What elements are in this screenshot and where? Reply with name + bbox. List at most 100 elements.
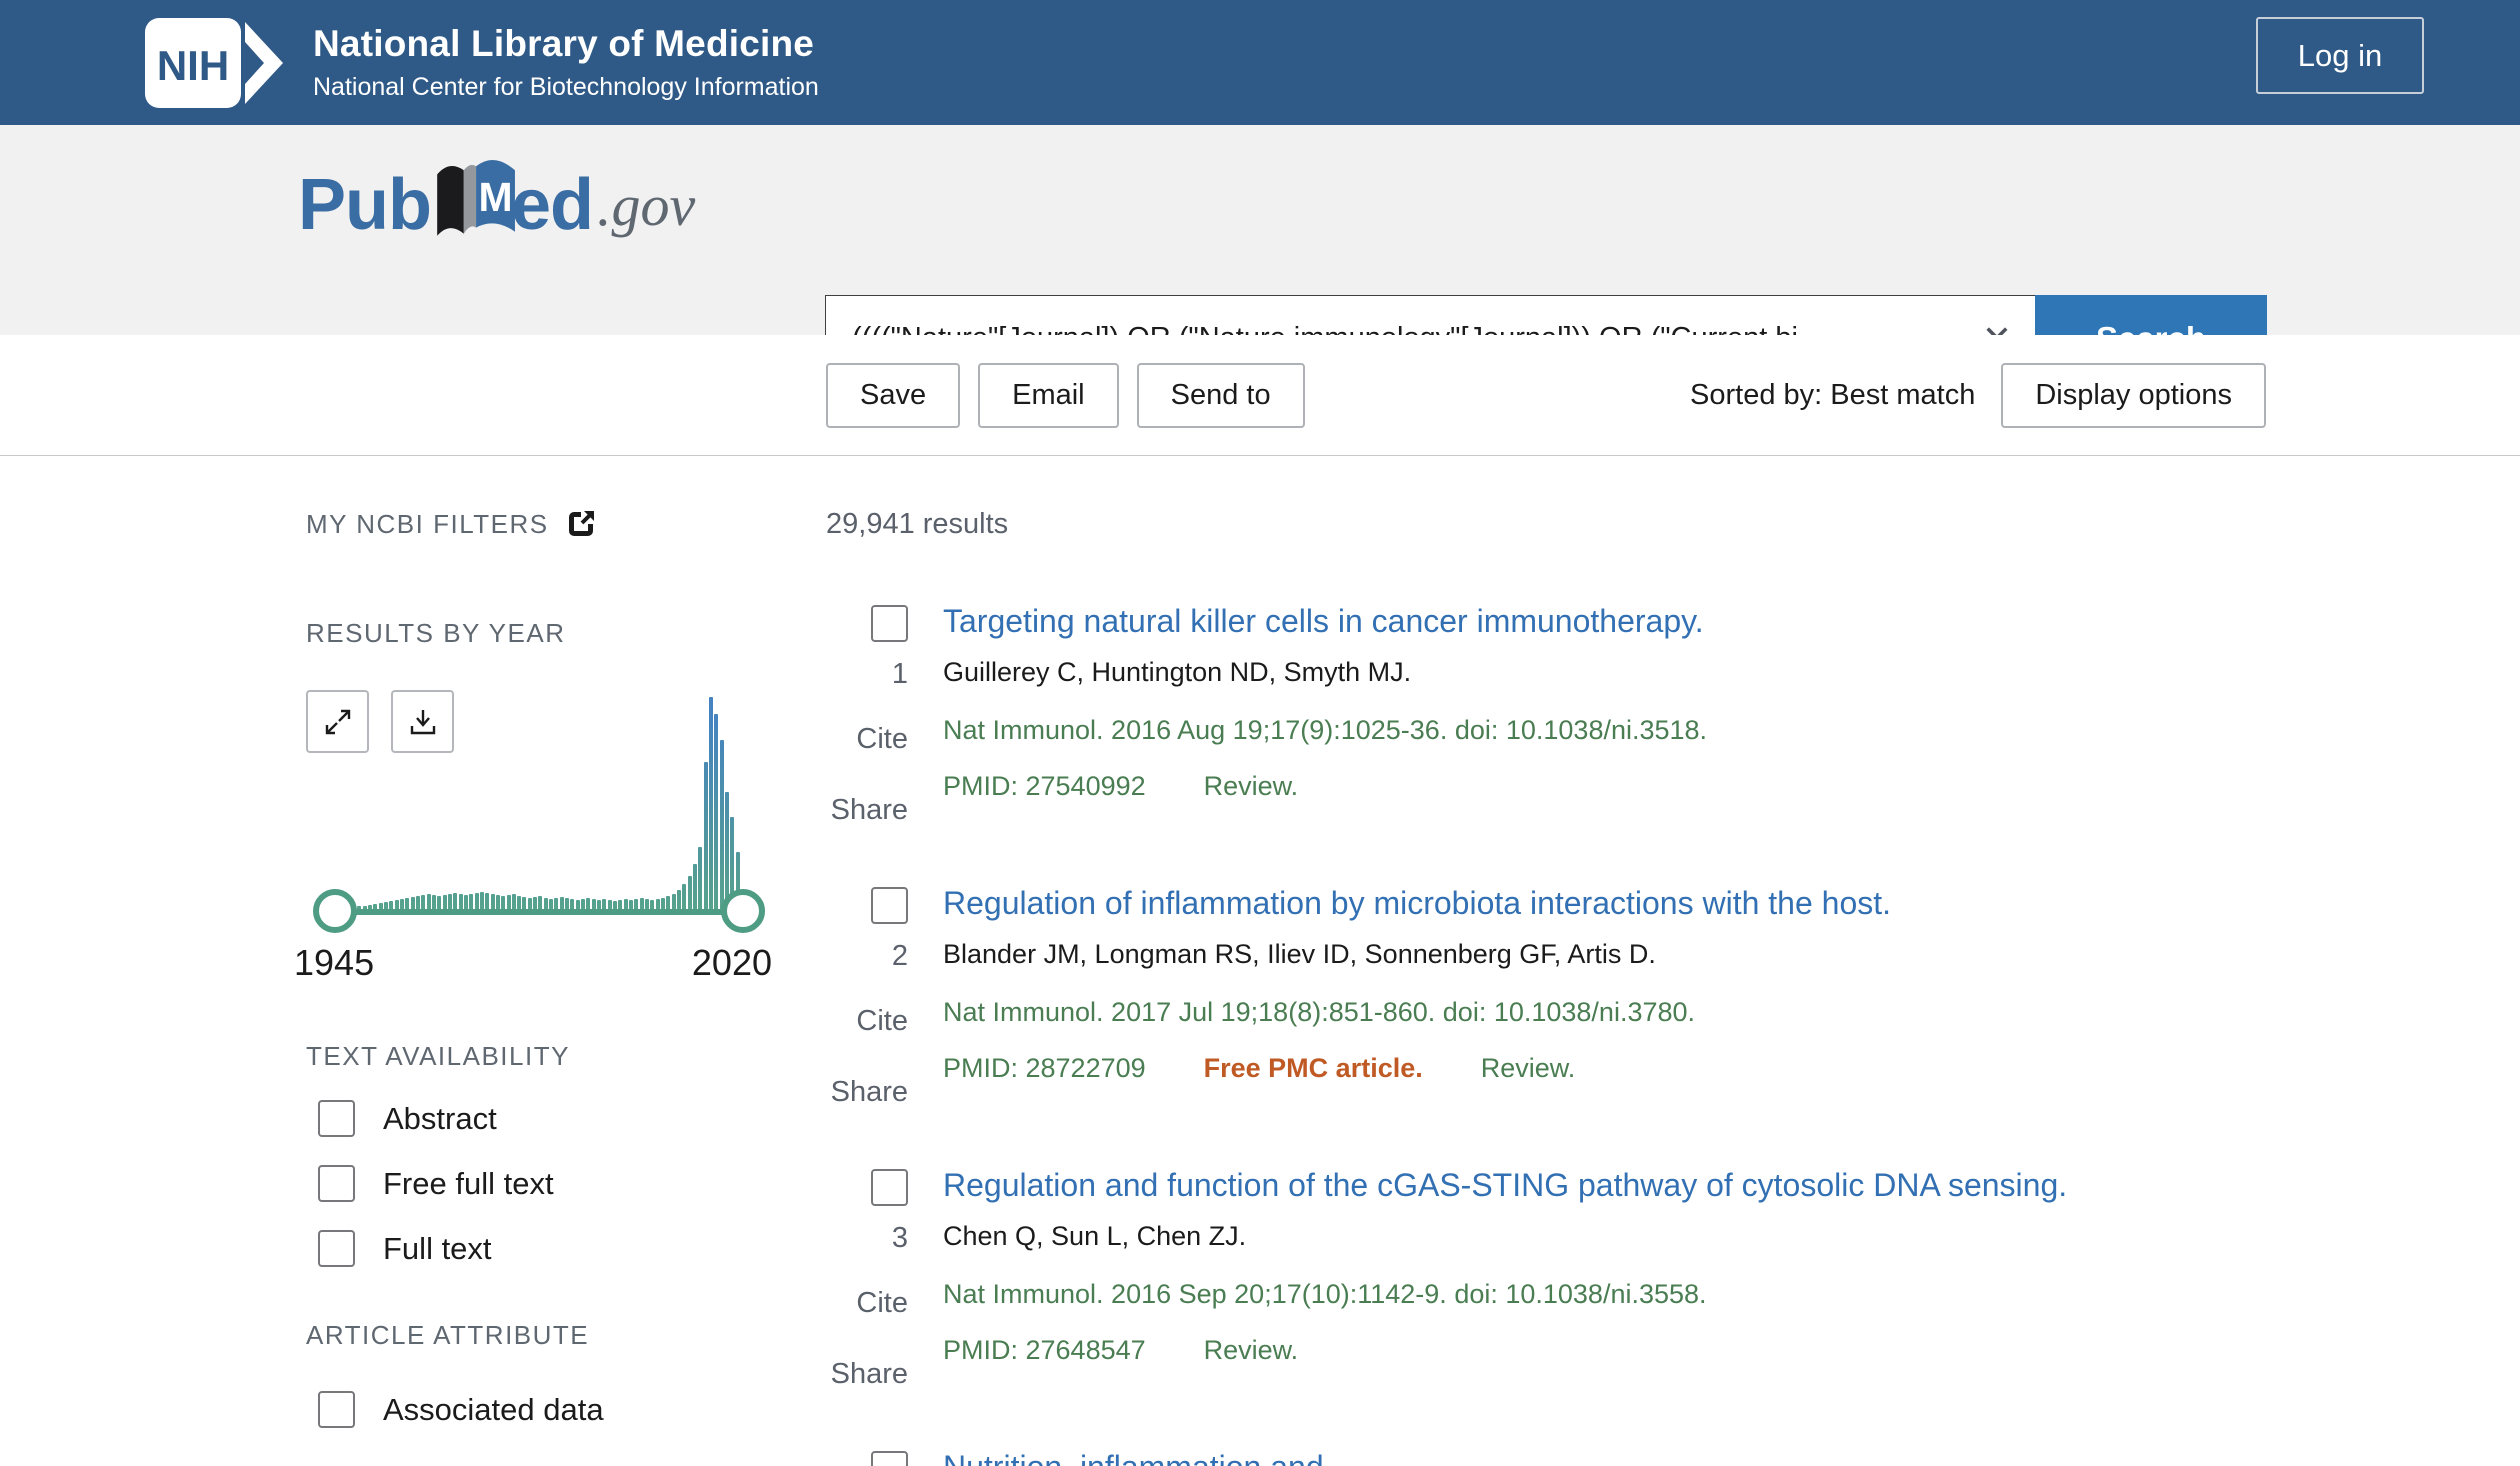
results-by-year-chart xyxy=(306,690,752,912)
year-slider-handle-end[interactable] xyxy=(721,889,765,933)
year-bar xyxy=(720,740,724,912)
result-title-link[interactable]: Nutrition, inflammation and xyxy=(943,1447,1324,1466)
result-free-pmc: Free PMC article. xyxy=(1204,1053,1423,1083)
result-item: 1 Cite Share Targeting natural killer ce… xyxy=(826,601,2306,827)
expand-icon xyxy=(322,706,354,738)
result-checkbox[interactable] xyxy=(871,887,908,924)
result-number: 2 xyxy=(892,940,908,973)
results-by-year-heading: RESULTS BY YEAR xyxy=(306,618,786,649)
result-body: Nutrition, inflammation and xyxy=(943,1447,1324,1466)
expand-chart-button[interactable] xyxy=(306,690,369,753)
year-bar xyxy=(704,762,708,912)
site-subtitle: National Center for Biotechnology Inform… xyxy=(313,73,819,102)
download-chart-button[interactable] xyxy=(391,690,454,753)
abstract-checkbox[interactable] xyxy=(318,1100,355,1137)
result-citation: Nat Immunol. 2016 Sep 20;17(10):1142-9. … xyxy=(943,1277,2067,1311)
filter-free-full-text: Free full text xyxy=(318,1165,786,1202)
share-button[interactable]: Share xyxy=(831,794,908,827)
result-number: 3 xyxy=(892,1222,908,1255)
email-button[interactable]: Email xyxy=(978,363,1119,428)
toolbar-actions: Save Email Send to xyxy=(826,363,1305,428)
my-ncbi-filters-heading: MY NCBI FILTERS xyxy=(306,508,786,540)
result-item: Nutrition, inflammation and xyxy=(826,1447,2306,1466)
year-bar xyxy=(714,714,718,912)
filter-full-text: Full text xyxy=(318,1230,786,1267)
filter-associated-data: Associated data xyxy=(318,1391,786,1428)
associated-data-checkbox[interactable] xyxy=(318,1391,355,1428)
result-review-tag: Review. xyxy=(1481,1053,1576,1083)
display-options-button[interactable]: Display options xyxy=(2001,363,2266,428)
nih-logo-chevron-icon xyxy=(245,22,283,104)
year-bar xyxy=(709,697,713,912)
result-authors: Guillerey C, Huntington ND, Smyth MJ. xyxy=(943,655,1707,689)
result-gutter: 2 Cite Share xyxy=(826,883,908,1109)
results-toolbar: Save Email Send to Sorted by: Best match… xyxy=(0,335,2520,456)
site-title: National Library of Medicine xyxy=(313,23,819,65)
header-titles: National Library of Medicine National Ce… xyxy=(313,23,819,102)
result-title-link[interactable]: Regulation and function of the cGAS-STIN… xyxy=(943,1165,2067,1205)
free-full-text-label: Free full text xyxy=(383,1166,554,1202)
result-meta: PMID: 28722709 Free PMC article. Review. xyxy=(943,1051,1891,1085)
result-checkbox[interactable] xyxy=(871,1169,908,1206)
pubmed-logo-ed: ed xyxy=(511,164,593,246)
pubmed-logo-m: M xyxy=(478,174,512,220)
result-pmid: PMID: 27540992 xyxy=(943,771,1146,801)
result-pmid: PMID: 28722709 xyxy=(943,1053,1146,1083)
share-button[interactable]: Share xyxy=(831,1358,908,1391)
result-gutter xyxy=(826,1447,908,1466)
full-text-label: Full text xyxy=(383,1231,492,1267)
result-item: 3 Cite Share Regulation and function of … xyxy=(826,1165,2306,1391)
result-authors: Blander JM, Longman RS, Iliev ID, Sonnen… xyxy=(943,937,1891,971)
my-ncbi-filters-label: MY NCBI FILTERS xyxy=(306,509,549,540)
article-attribute-heading: ARTICLE ATTRIBUTE xyxy=(306,1320,786,1351)
send-to-button[interactable]: Send to xyxy=(1137,363,1305,428)
result-checkbox[interactable] xyxy=(871,1451,908,1466)
results-by-year-label: RESULTS BY YEAR xyxy=(306,618,565,649)
year-bar xyxy=(693,864,697,912)
year-bar xyxy=(698,847,702,912)
result-checkbox[interactable] xyxy=(871,605,908,642)
pubmed-logo[interactable]: Pub M ed .gov xyxy=(298,163,695,247)
result-authors: Chen Q, Sun L, Chen ZJ. xyxy=(943,1219,2067,1253)
text-availability-label: TEXT AVAILABILITY xyxy=(306,1041,570,1072)
result-gutter: 1 Cite Share xyxy=(826,601,908,827)
result-item: 2 Cite Share Regulation of inflammation … xyxy=(826,883,2306,1109)
year-bar xyxy=(688,876,692,912)
result-body: Regulation and function of the cGAS-STIN… xyxy=(943,1165,2067,1391)
year-slider-track xyxy=(334,909,742,915)
year-start-label: 1945 xyxy=(294,942,374,984)
associated-data-label: Associated data xyxy=(383,1392,604,1428)
login-button[interactable]: Log in xyxy=(2256,17,2424,94)
cite-button[interactable]: Cite xyxy=(856,723,908,756)
results-count: 29,941 results xyxy=(826,508,2306,541)
result-number: 1 xyxy=(892,658,908,691)
free-full-text-checkbox[interactable] xyxy=(318,1165,355,1202)
external-link-icon[interactable] xyxy=(565,508,597,540)
search-band: Pub M ed .gov ✕ Search Advanced Create a… xyxy=(0,125,2520,335)
nih-logo[interactable]: NIH xyxy=(145,18,285,108)
year-slider-handle-start[interactable] xyxy=(313,889,357,933)
result-pmid: PMID: 27648547 xyxy=(943,1335,1146,1365)
cite-button[interactable]: Cite xyxy=(856,1005,908,1038)
pubmed-logo-pub: Pub xyxy=(298,164,431,246)
result-title-link[interactable]: Targeting natural killer cells in cancer… xyxy=(943,601,1704,641)
sorted-by-control[interactable]: Sorted by: Best match xyxy=(1690,363,1975,428)
chart-tools xyxy=(306,690,454,753)
full-text-checkbox[interactable] xyxy=(318,1230,355,1267)
filters-sidebar: MY NCBI FILTERS RESULTS BY YEAR xyxy=(306,508,786,1428)
open-book-icon: M xyxy=(429,155,517,247)
download-icon xyxy=(407,706,439,738)
filter-abstract: Abstract xyxy=(318,1100,786,1137)
result-review-tag: Review. xyxy=(1204,771,1299,801)
result-body: Regulation of inflammation by microbiota… xyxy=(943,883,1891,1109)
result-review-tag: Review. xyxy=(1204,1335,1299,1365)
share-button[interactable]: Share xyxy=(831,1076,908,1109)
save-button[interactable]: Save xyxy=(826,363,960,428)
year-end-label: 2020 xyxy=(692,942,772,984)
result-title-link[interactable]: Regulation of inflammation by microbiota… xyxy=(943,883,1891,923)
result-body: Targeting natural killer cells in cancer… xyxy=(943,601,1707,827)
cite-button[interactable]: Cite xyxy=(856,1287,908,1320)
result-citation: Nat Immunol. 2017 Jul 19;18(8):851-860. … xyxy=(943,995,1891,1029)
nih-logo-text: NIH xyxy=(157,42,229,89)
results-list: 29,941 results 1 Cite Share Targeting na… xyxy=(826,508,2306,1466)
